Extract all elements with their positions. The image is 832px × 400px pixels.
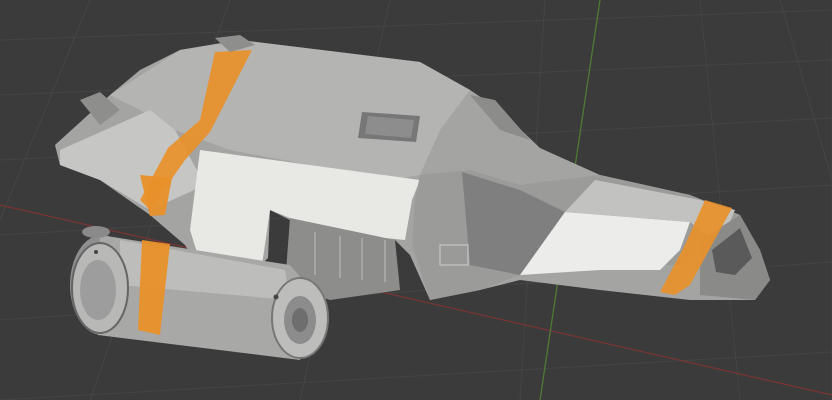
3d-viewport[interactable] bbox=[0, 0, 832, 400]
viewport-canvas[interactable] bbox=[0, 0, 832, 400]
side-hatch bbox=[439, 244, 469, 266]
